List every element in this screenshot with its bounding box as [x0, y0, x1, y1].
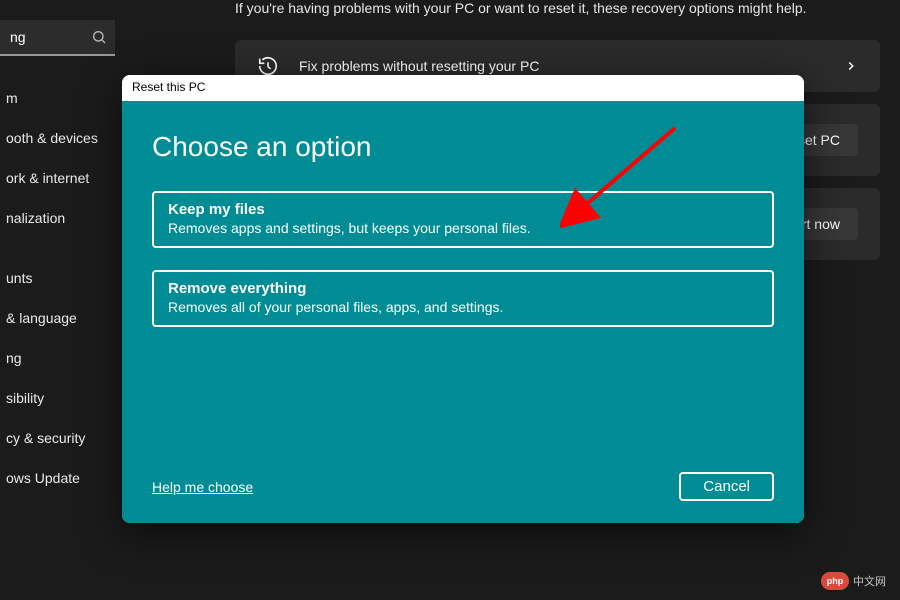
sidebar-spacer — [0, 238, 115, 258]
help-me-choose-link[interactable]: Help me choose — [152, 479, 253, 495]
history-icon — [257, 55, 279, 77]
recovery-intro-text: If you're having problems with your PC o… — [235, 0, 880, 16]
option-remove-everything[interactable]: Remove everything Removes all of your pe… — [152, 270, 774, 327]
option-keep-title: Keep my files — [168, 201, 758, 218]
card-fix-problems-text: Fix problems without resetting your PC — [299, 58, 832, 74]
sidebar-item-label: nalization — [6, 210, 65, 226]
sidebar-item-windows-update[interactable]: ows Update — [0, 458, 115, 498]
dialog-title: Reset this PC — [122, 75, 804, 101]
dialog-footer: Help me choose Cancel — [152, 472, 774, 501]
sidebar-item-personalization[interactable]: nalization — [0, 198, 115, 238]
option-keep-my-files[interactable]: Keep my files Removes apps and settings,… — [152, 191, 774, 248]
watermark-text: 中文网 — [853, 573, 886, 589]
sidebar-item-label: m — [6, 90, 18, 106]
sidebar-item-gaming[interactable]: ng — [0, 338, 115, 378]
sidebar-item-label: ooth & devices — [6, 130, 98, 146]
dialog-heading: Choose an option — [152, 131, 774, 163]
chevron-right-icon — [844, 59, 858, 73]
cancel-button[interactable]: Cancel — [679, 472, 774, 501]
sidebar-item-label: ork & internet — [6, 170, 89, 186]
php-badge-icon: php — [821, 572, 849, 590]
dialog-body: Choose an option Keep my files Removes a… — [122, 101, 804, 523]
sidebar-item-label: cy & security — [6, 430, 85, 446]
sidebar-item-network[interactable]: ork & internet — [0, 158, 115, 198]
sidebar-item-bluetooth[interactable]: ooth & devices — [0, 118, 115, 158]
option-keep-desc: Removes apps and settings, but keeps you… — [168, 220, 758, 236]
sidebar-item-time-language[interactable]: & language — [0, 298, 115, 338]
search-icon — [91, 29, 107, 45]
option-remove-title: Remove everything — [168, 280, 758, 297]
watermark: php 中文网 — [821, 572, 886, 590]
settings-sidebar: m ooth & devices ork & internet nalizati… — [0, 0, 115, 600]
sidebar-item-accounts[interactable]: unts — [0, 258, 115, 298]
sidebar-item-label: & language — [6, 310, 77, 326]
sidebar-item-label: ng — [6, 350, 22, 366]
sidebar-item-label: sibility — [6, 390, 44, 406]
search-wrapper — [0, 20, 115, 56]
sidebar-item-label: ows Update — [6, 470, 80, 486]
sidebar-item-accessibility[interactable]: sibility — [0, 378, 115, 418]
option-remove-desc: Removes all of your personal files, apps… — [168, 299, 758, 315]
sidebar-item-system[interactable]: m — [0, 78, 115, 118]
sidebar-item-privacy-security[interactable]: cy & security — [0, 418, 115, 458]
sidebar-item-label: unts — [6, 270, 32, 286]
reset-this-pc-dialog: Reset this PC Choose an option Keep my f… — [122, 75, 804, 523]
